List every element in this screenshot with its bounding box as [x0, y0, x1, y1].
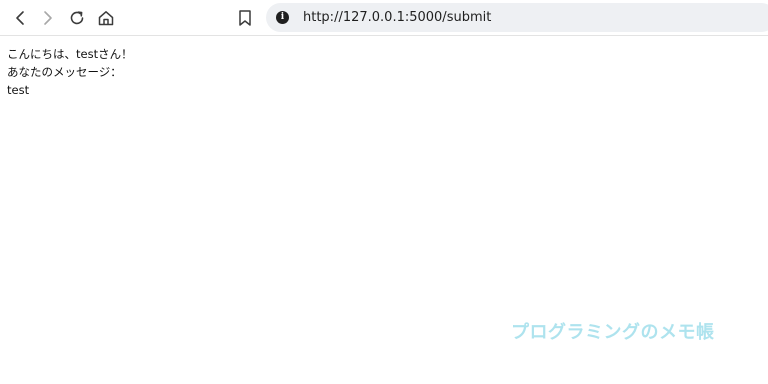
page-content: こんにちは、testさん！ あなたのメッセージ： test [7, 45, 133, 99]
bookmark-button[interactable] [233, 6, 257, 30]
reload-button[interactable] [65, 6, 89, 30]
forward-button[interactable] [36, 6, 60, 30]
reload-icon [70, 11, 84, 25]
url-text[interactable]: http://127.0.0.1:5000/submit [303, 10, 491, 25]
back-icon [16, 11, 24, 25]
watermark: プログラミングのメモ帳 [511, 322, 715, 343]
home-icon [98, 11, 114, 26]
greeting-text: こんにちは、testさん！ [7, 47, 133, 61]
site-info-icon[interactable]: i [276, 11, 289, 24]
home-button[interactable] [94, 6, 118, 30]
forward-icon [44, 11, 52, 25]
browser-toolbar: i http://127.0.0.1:5000/submit [0, 0, 768, 36]
back-button[interactable] [8, 6, 32, 30]
bookmark-icon [239, 10, 251, 26]
message-value: test [7, 83, 30, 97]
message-label: あなたのメッセージ： [7, 65, 122, 79]
address-bar[interactable]: i http://127.0.0.1:5000/submit [266, 3, 768, 32]
